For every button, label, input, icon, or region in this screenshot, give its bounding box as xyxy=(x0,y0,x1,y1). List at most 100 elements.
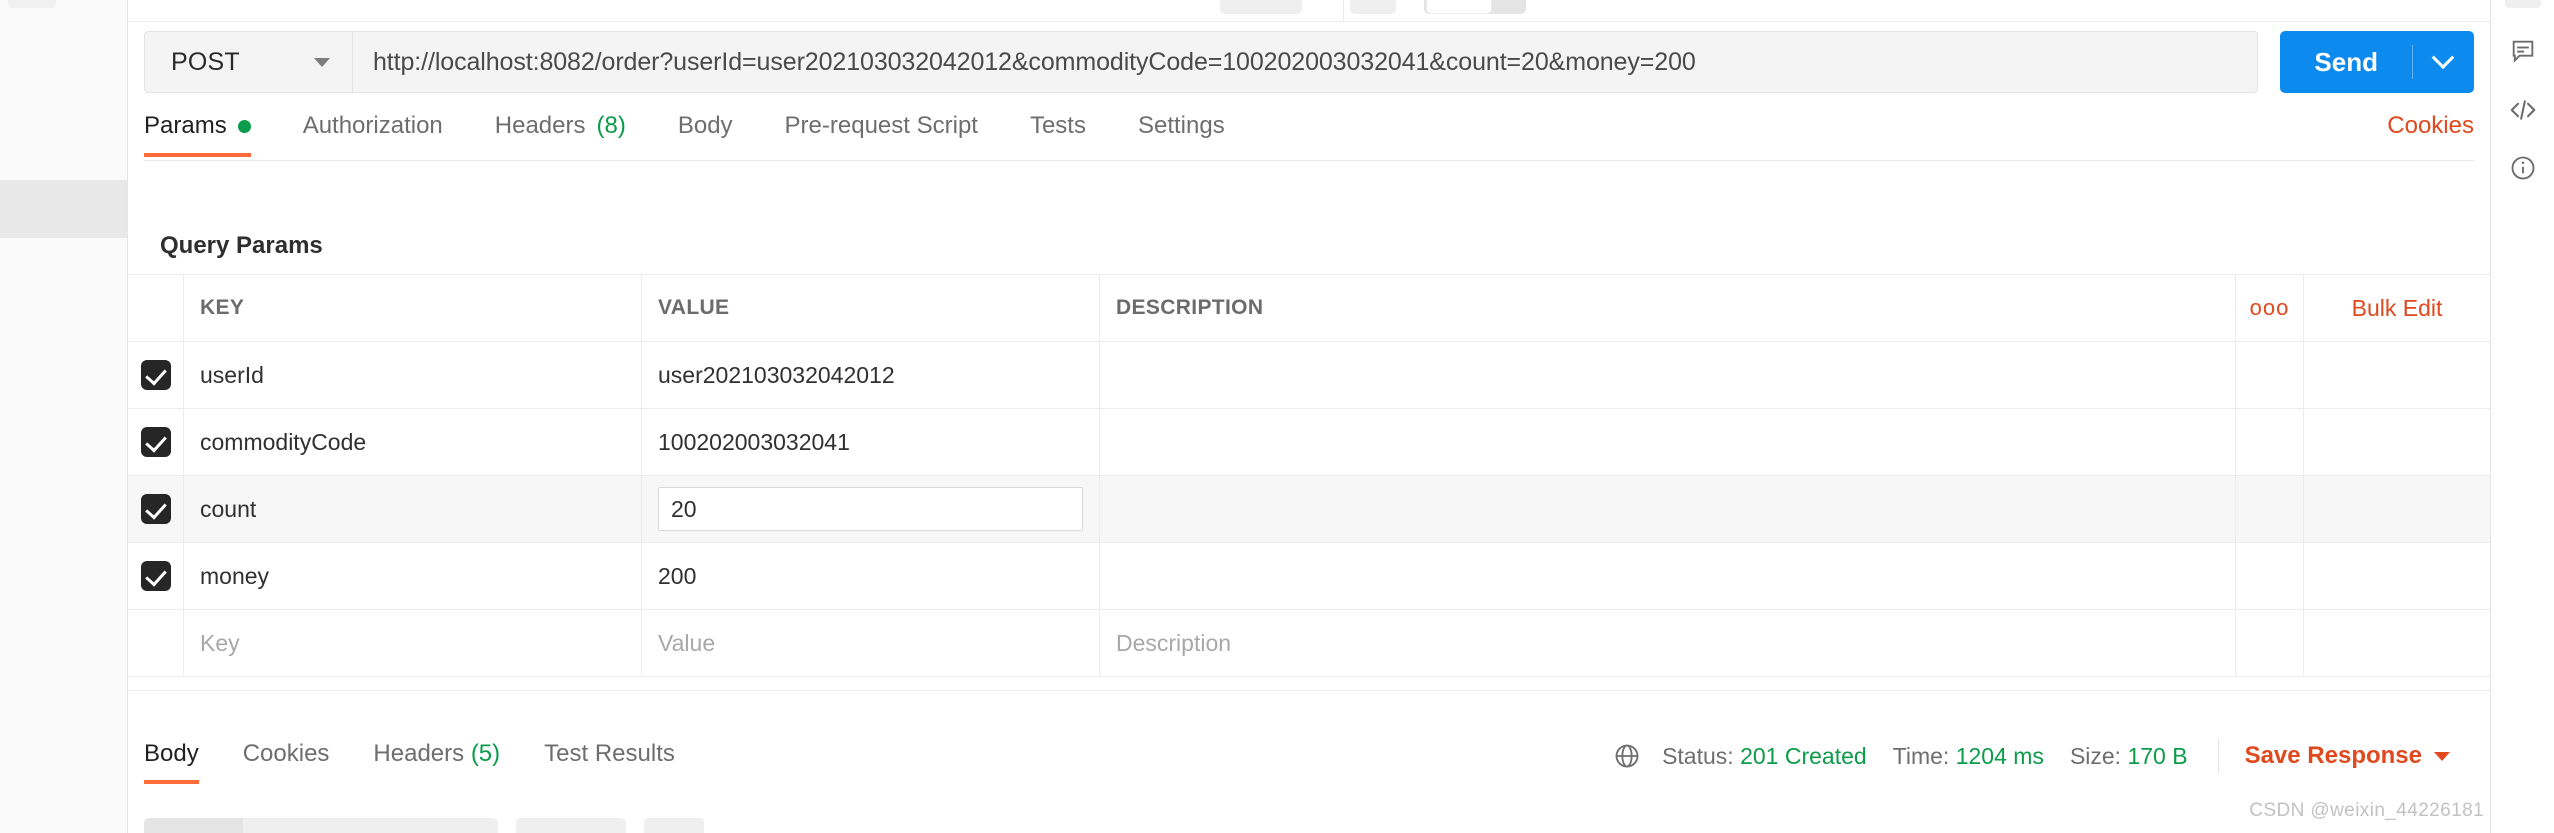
tab-tests[interactable]: Tests xyxy=(1030,108,1086,156)
row-checkbox-cell xyxy=(128,476,184,542)
row-key-text: count xyxy=(200,495,257,522)
watermark: CSDN @weixin_44226181 xyxy=(2249,800,2484,821)
response-tab-headers[interactable]: Headers (5) xyxy=(373,740,500,784)
status-label: Status: xyxy=(1662,742,1734,769)
new-row-key-placeholder: Key xyxy=(200,629,240,656)
tab-params-label: Params xyxy=(144,112,227,139)
row-description-cell[interactable] xyxy=(1100,409,2236,475)
new-row-key-cell[interactable]: Key xyxy=(184,610,642,676)
response-tab-headers-label: Headers xyxy=(373,740,465,767)
row-checkbox-cell xyxy=(128,409,184,475)
tab-pre-request-script[interactable]: Pre-request Script xyxy=(785,108,978,156)
right-sidebar xyxy=(2490,0,2554,833)
new-row-description-cell[interactable]: Description xyxy=(1100,610,2236,676)
table-header-row: KEY VALUE DESCRIPTION ooo Bulk Edit xyxy=(128,275,2490,342)
tab-tests-label: Tests xyxy=(1029,112,1086,139)
header-cell-key: KEY xyxy=(184,275,642,341)
row-value-input[interactable] xyxy=(658,487,1083,531)
new-row-options-cell xyxy=(2236,610,2304,676)
toolbar-ghost-button-2[interactable] xyxy=(1350,0,1396,14)
new-row-spacer-cell xyxy=(2304,610,2490,676)
row-value-text: 100202003032041 xyxy=(658,428,850,455)
row-value-cell[interactable]: user202103032042012 xyxy=(642,342,1100,408)
table-new-row: Key Value Description xyxy=(128,610,2490,677)
row-checkbox[interactable] xyxy=(140,494,171,524)
cookies-link[interactable]: Cookies xyxy=(2387,112,2474,140)
row-spacer-cell xyxy=(2304,476,2490,542)
tab-body[interactable]: Body xyxy=(678,108,733,156)
sidebar-selected-band[interactable] xyxy=(0,180,127,238)
row-value-cell[interactable] xyxy=(642,476,1100,542)
new-row-value-cell[interactable]: Value xyxy=(642,610,1100,676)
tab-headers-count: (8) xyxy=(596,112,626,139)
row-key-cell[interactable]: commodityCode xyxy=(184,409,642,475)
row-key-text: money xyxy=(200,562,270,589)
new-row-value-placeholder: Value xyxy=(658,629,716,656)
code-icon[interactable] xyxy=(2507,94,2539,126)
header-cell-checkbox xyxy=(128,275,184,341)
row-checkbox-cell xyxy=(128,342,184,408)
row-key-cell[interactable]: userId xyxy=(184,342,642,408)
query-params-table: KEY VALUE DESCRIPTION ooo Bulk Edit user… xyxy=(128,274,2490,677)
row-value-text: user202103032042012 xyxy=(658,361,895,388)
new-row-checkbox-cell xyxy=(128,610,184,676)
header-key-label: KEY xyxy=(200,296,245,319)
tab-authorization[interactable]: Authorization xyxy=(303,108,443,156)
row-checkbox[interactable] xyxy=(140,427,171,457)
row-description-cell[interactable] xyxy=(1100,543,2236,609)
row-checkbox[interactable] xyxy=(140,360,171,390)
url-input[interactable]: http://localhost:8082/order?userId=user2… xyxy=(352,31,2259,93)
right-rail-ghost-button[interactable] xyxy=(2505,0,2541,8)
tab-body-label: Body xyxy=(677,112,733,139)
chevron-down-icon xyxy=(314,57,330,67)
request-tabs: Params Authorization Headers (8) Body Pr… xyxy=(144,108,2474,161)
row-description-cell[interactable] xyxy=(1100,342,2236,408)
status-divider xyxy=(2217,739,2219,773)
comment-icon[interactable] xyxy=(2507,35,2539,67)
toolbar-ghost-button-1[interactable] xyxy=(1220,0,1302,14)
response-tab-body-label: Body xyxy=(144,740,199,767)
info-icon[interactable] xyxy=(2507,152,2539,184)
response-format-select-ghost[interactable] xyxy=(516,818,626,833)
send-options-button[interactable] xyxy=(2412,31,2474,93)
http-method-select[interactable]: POST xyxy=(144,31,352,93)
response-action-ghost[interactable] xyxy=(644,818,704,833)
response-view-toggle-ghost[interactable] xyxy=(144,818,498,833)
bulk-edit-button[interactable]: Bulk Edit xyxy=(2304,275,2490,341)
left-sidebar xyxy=(0,0,128,833)
response-tab-cookies[interactable]: Cookies xyxy=(243,740,330,784)
tab-params[interactable]: Params xyxy=(144,108,251,157)
bulk-edit-label: Bulk Edit xyxy=(2351,294,2443,321)
response-tab-body[interactable]: Body xyxy=(144,740,199,784)
size-value: 170 B xyxy=(2127,742,2188,769)
toolbar-divider xyxy=(1343,0,1344,22)
row-value-text: 200 xyxy=(658,562,697,589)
tab-authorization-label: Authorization xyxy=(302,112,443,139)
row-key-text: userId xyxy=(200,361,264,388)
save-response-button[interactable]: Save Response xyxy=(2245,742,2450,770)
row-options-cell xyxy=(2236,476,2304,542)
response-body-toolbar xyxy=(144,818,704,833)
url-bar: POST http://localhost:8082/order?userId=… xyxy=(144,31,2474,93)
url-text: http://localhost:8082/order?userId=user2… xyxy=(373,47,1696,76)
row-spacer-cell xyxy=(2304,543,2490,609)
tab-settings-label: Settings xyxy=(1137,112,1225,139)
table-options-button[interactable]: ooo xyxy=(2236,275,2304,341)
row-key-cell[interactable]: count xyxy=(184,476,642,542)
row-value-cell[interactable]: 100202003032041 xyxy=(642,409,1100,475)
send-button[interactable]: Send xyxy=(2280,31,2412,93)
response-status-bar: Status: 201 Created Time: 1204 ms Size: … xyxy=(1612,739,2490,773)
row-key-cell[interactable]: money xyxy=(184,543,642,609)
row-value-cell[interactable]: 200 xyxy=(642,543,1100,609)
tab-headers[interactable]: Headers (8) xyxy=(495,108,626,156)
response-pane-divider xyxy=(128,690,2490,691)
tab-settings[interactable]: Settings xyxy=(1138,108,1225,156)
top-toolbar-strip xyxy=(128,0,2490,22)
response-tab-test-results[interactable]: Test Results xyxy=(544,740,675,784)
toolbar-ghost-button-4[interactable] xyxy=(1426,0,1492,14)
table-row: money 200 xyxy=(128,543,2490,610)
row-options-cell xyxy=(2236,409,2304,475)
status-value: 201 Created xyxy=(1740,742,1867,769)
row-description-cell[interactable] xyxy=(1100,476,2236,542)
row-checkbox[interactable] xyxy=(140,561,171,591)
